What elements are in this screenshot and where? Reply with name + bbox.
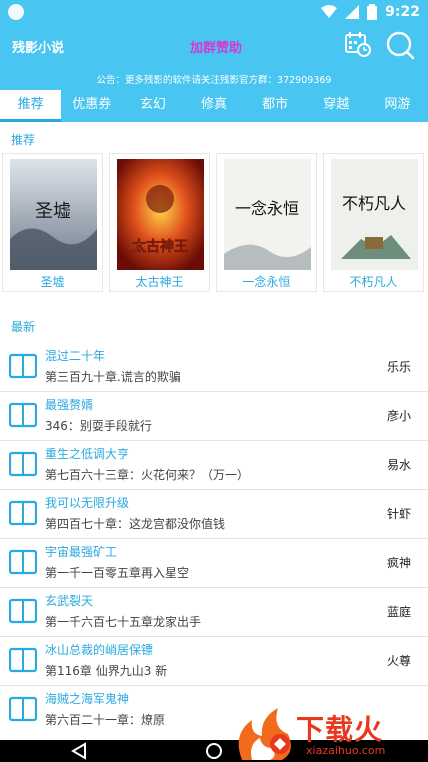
latest-chapter: 第一千一百零五章再入星空 (45, 566, 190, 580)
search-icon[interactable] (385, 30, 415, 60)
tab-online-game[interactable]: 网游 (367, 90, 428, 122)
app-title: 残影小说 (12, 41, 65, 56)
watermark: 下载火 xiazaihuo.com (222, 704, 428, 762)
watermark-url: xiazaihuo.com (306, 744, 386, 757)
latest-chapter: 第116章 仙界九山3 新 (45, 664, 168, 678)
latest-chapter: 第四百七十章：这龙宫都没你值钱 (45, 517, 226, 531)
latest-list: 混过二十年 第三百九十章.谎言的欺骗 乐乐 最强赘婿 346：别耍手段就行 彦小… (0, 343, 428, 735)
list-item[interactable]: 我可以无限升级 第四百七十章：这龙宫都没你值钱 针虾 (0, 490, 428, 539)
book-cover: 太古神王 (117, 159, 204, 270)
book-card[interactable]: 不朽凡人 不朽凡人 (323, 153, 424, 292)
book-icon (9, 402, 37, 428)
latest-chapter: 346：别耍手段就行 (45, 419, 152, 433)
book-name: 一念永恒 (242, 275, 291, 289)
book-author: 乐乐 (386, 360, 411, 374)
tab-recommend[interactable]: 推荐 (0, 90, 62, 122)
book-cover: 一念永恒 (224, 159, 311, 270)
book-name: 太古神王 (135, 275, 184, 289)
book-author: 疯神 (386, 556, 411, 570)
book-card[interactable]: 一念永恒 一念永恒 (216, 153, 317, 292)
cover-title: 不朽凡人 (342, 194, 406, 213)
list-item[interactable]: 最强赘婿 346：别耍手段就行 彦小 (0, 392, 428, 441)
cover-title: 圣墟 (35, 201, 71, 222)
watermark-text: 下载火 (296, 713, 384, 746)
status-bar: 9:22 (0, 0, 428, 24)
book-title: 混过二十年 (45, 349, 106, 363)
latest-chapter: 第三百九十章.谎言的欺骗 (45, 370, 181, 384)
book-author: 易水 (386, 458, 411, 472)
book-card[interactable]: 太古神王 太古神王 (109, 153, 210, 292)
notification-icon (8, 4, 24, 20)
tab-cultivation[interactable]: 修真 (183, 90, 244, 122)
home-icon[interactable] (205, 742, 223, 760)
latest-chapter: 第六百二十一章：燎原 (45, 713, 166, 727)
wifi-icon (321, 5, 338, 18)
signal-icon (345, 5, 360, 19)
recommend-section-title: 推荐 (11, 133, 36, 147)
latest-section-title: 最新 (11, 320, 36, 334)
book-author: 针虾 (386, 507, 411, 521)
book-icon (9, 598, 37, 624)
book-name: 圣墟 (40, 275, 65, 289)
latest-chapter: 第七百六十三章：火花何来？（万一） (45, 468, 250, 482)
tab-time-travel[interactable]: 穿越 (306, 90, 367, 122)
book-title: 玄武裂天 (45, 594, 94, 608)
book-cover: 圣墟 (10, 159, 97, 270)
list-item[interactable]: 冰山总裁的峭居保镖 第116章 仙界九山3 新 火尊 (0, 637, 428, 686)
list-item[interactable]: 混过二十年 第三百九十章.谎言的欺骗 乐乐 (0, 343, 428, 392)
book-icon (9, 549, 37, 575)
recommend-list: 圣墟 圣墟 太古神王 太古神王 一念永恒 一念永恒 不朽凡人 不朽凡人 (0, 153, 428, 293)
book-author: 彦小 (386, 409, 411, 423)
list-item[interactable]: 宇宙最强矿工 第一千一百零五章再入星空 疯神 (0, 539, 428, 588)
book-author: 火尊 (386, 654, 411, 668)
book-icon (9, 353, 37, 379)
book-title: 最强赘婿 (45, 398, 94, 412)
tab-urban[interactable]: 都市 (245, 90, 306, 122)
tab-fantasy[interactable]: 玄幻 (122, 90, 183, 122)
cover-title: 一念永恒 (235, 199, 299, 218)
book-icon (9, 696, 37, 722)
tab-coupons[interactable]: 优惠券 (61, 90, 122, 122)
book-title: 冰山总裁的峭居保镖 (45, 643, 154, 657)
book-title: 海贼之海军鬼神 (45, 692, 130, 706)
book-icon (9, 647, 37, 673)
book-author: 蓝庭 (386, 605, 411, 619)
watermark-flame-icon (238, 708, 291, 760)
book-title: 我可以无限升级 (45, 496, 130, 510)
book-title: 重生之低调大亨 (45, 447, 130, 461)
status-time: 9:22 (385, 4, 420, 20)
category-tabs: 推荐 优惠券 玄幻 修真 都市 穿越 网游 (0, 90, 428, 122)
status-icons: 9:22 (321, 3, 420, 21)
back-icon[interactable] (70, 742, 88, 760)
book-icon (9, 500, 37, 526)
app-bar: 残影小说 加群赞助 公告：更多残影的软件请关注残影官方群：372909369 (0, 24, 428, 90)
battery-icon (367, 4, 378, 20)
list-item[interactable]: 玄武裂天 第一千六百七十五章龙家出手 蓝庭 (0, 588, 428, 637)
book-icon (9, 451, 37, 477)
book-card[interactable]: 圣墟 圣墟 (2, 153, 103, 292)
book-title: 宇宙最强矿工 (45, 545, 118, 559)
cover-title: 太古神王 (132, 238, 188, 255)
book-cover: 不朽凡人 (331, 159, 418, 270)
calendar-clock-icon[interactable] (344, 30, 372, 58)
latest-chapter: 第一千六百七十五章龙家出手 (45, 615, 202, 629)
book-name: 不朽凡人 (349, 275, 398, 289)
list-item[interactable]: 重生之低调大亨 第七百六十三章：火花何来？（万一） 易水 (0, 441, 428, 490)
notice-text: 公告：更多残影的软件请关注残影官方群：372909369 (96, 75, 332, 86)
sponsor-link[interactable]: 加群赞助 (190, 37, 242, 56)
